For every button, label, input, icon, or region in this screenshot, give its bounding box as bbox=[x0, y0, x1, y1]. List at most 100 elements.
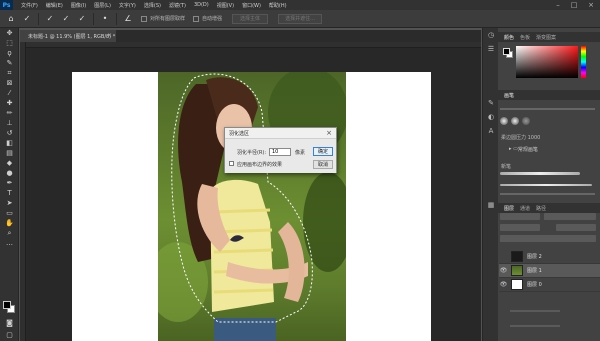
properties-panel-icon[interactable]: ☰ bbox=[483, 42, 499, 56]
clone-stamp-icon[interactable]: ⊥ bbox=[0, 118, 19, 128]
layer-row[interactable]: 👁 图层 0 bbox=[499, 278, 600, 292]
quick-mask-icon[interactable]: ◙ bbox=[0, 318, 19, 328]
brush-preset[interactable] bbox=[500, 117, 508, 125]
feather-radius-input[interactable]: 10 bbox=[269, 148, 291, 156]
brush-folder-label: 常规画笔 bbox=[517, 146, 538, 153]
lasso-tool-icon[interactable]: ϙ bbox=[0, 48, 19, 58]
layer-filter-icons[interactable] bbox=[544, 213, 596, 220]
hue-slider[interactable] bbox=[581, 46, 586, 78]
quick-select-tool-icon[interactable]: ✎ bbox=[0, 58, 19, 68]
brush-preset[interactable] bbox=[522, 117, 530, 125]
menu-layer[interactable]: 图层(L) bbox=[94, 2, 111, 9]
minimize-icon[interactable]: – bbox=[552, 0, 564, 10]
blend-mode-select[interactable] bbox=[500, 224, 540, 231]
brush-size-slider[interactable] bbox=[500, 108, 595, 110]
sample-all-layers-checkbox[interactable] bbox=[141, 15, 147, 22]
separator bbox=[93, 12, 94, 25]
menu-3d[interactable]: 3D(D) bbox=[194, 2, 209, 8]
close-tab-icon[interactable]: × bbox=[107, 32, 112, 39]
pixel-unit-label: 像素 bbox=[295, 150, 306, 156]
close-window-icon[interactable]: × bbox=[585, 0, 597, 10]
add-selection-brush-icon[interactable]: ✓ bbox=[61, 14, 71, 24]
panel-foreground-swatch[interactable] bbox=[503, 48, 510, 55]
history-panel-icon[interactable]: ◷ bbox=[483, 28, 499, 42]
ok-button[interactable]: 确定 bbox=[313, 147, 333, 156]
layer-row-selected[interactable]: 👁 图层 1 bbox=[499, 264, 600, 278]
screen-mode-icon[interactable]: ▢ bbox=[0, 330, 19, 340]
type-tool-icon[interactable]: T bbox=[0, 188, 19, 198]
blur-tool-icon[interactable]: ◆ bbox=[0, 158, 19, 168]
document-tabs: 未标题-1 @ 11.9% (图层 1, RGB/8) * × bbox=[20, 30, 481, 42]
history-brush-icon[interactable]: ↺ bbox=[0, 128, 19, 138]
menu-image[interactable]: 图像(I) bbox=[71, 2, 86, 9]
menu-type[interactable]: 文字(Y) bbox=[119, 2, 136, 9]
adjustments-icon[interactable]: ◐ bbox=[483, 110, 499, 124]
menu-filter[interactable]: 滤镜(T) bbox=[169, 2, 186, 9]
zoom-tool-icon[interactable]: ⌕ bbox=[0, 228, 19, 238]
gradient-tool-icon[interactable]: ▤ bbox=[0, 148, 19, 158]
select-and-mask-button[interactable]: 选择并遮住... bbox=[278, 13, 323, 24]
eyedropper-tool-icon[interactable]: ⁄ bbox=[0, 88, 19, 98]
move-tool-icon[interactable]: ✥ bbox=[0, 28, 19, 38]
menu-help[interactable]: 帮助(H) bbox=[269, 2, 287, 9]
tab-layers[interactable]: 图层 bbox=[504, 205, 514, 212]
quick-selection-tool-icon[interactable]: ✓ bbox=[22, 14, 32, 24]
marquee-tool-icon[interactable]: ⬚ bbox=[0, 38, 19, 48]
horizontal-ruler bbox=[20, 42, 481, 48]
menu-file[interactable]: 文件(F) bbox=[21, 2, 38, 9]
auto-enhance-checkbox[interactable] bbox=[193, 15, 200, 22]
select-subject-button[interactable]: 选择主体 bbox=[232, 13, 269, 24]
home-icon[interactable]: ⌂ bbox=[6, 14, 16, 24]
opacity-field[interactable] bbox=[556, 224, 596, 231]
healing-brush-icon[interactable]: ✚ bbox=[0, 98, 19, 108]
new-selection-brush-icon[interactable]: ✓ bbox=[45, 14, 55, 24]
rectangle-tool-icon[interactable]: ▭ bbox=[0, 208, 19, 218]
subtract-selection-brush-icon[interactable]: ✓ bbox=[77, 14, 87, 24]
brush-preset[interactable] bbox=[511, 117, 519, 125]
brush-stroke-preview bbox=[500, 172, 580, 175]
menu-view[interactable]: 视图(V) bbox=[217, 2, 234, 9]
frame-tool-icon[interactable]: ⊠ bbox=[0, 78, 19, 88]
libraries-icon[interactable]: ▦ bbox=[483, 198, 499, 212]
layer-name: 图层 1 bbox=[527, 268, 542, 274]
document-tab[interactable]: 未标题-1 @ 11.9% (图层 1, RGB/8) * × bbox=[20, 30, 116, 42]
tab-paths[interactable]: 路径 bbox=[536, 205, 546, 212]
apply-canvas-bounds-checkbox[interactable] bbox=[229, 161, 234, 166]
path-selection-icon[interactable]: ➤ bbox=[0, 198, 19, 208]
cancel-button[interactable]: 取消 bbox=[313, 160, 333, 169]
layer-row[interactable]: 图层 2 bbox=[499, 250, 600, 264]
character-panel-icon[interactable]: A bbox=[483, 124, 499, 138]
more-tools-icon[interactable]: … bbox=[0, 238, 19, 248]
crop-tool-icon[interactable]: ⌗ bbox=[0, 68, 19, 78]
brush-panel-tabs: 画笔 bbox=[498, 90, 600, 100]
foreground-color-swatch[interactable] bbox=[3, 301, 11, 309]
brush-tool-icon[interactable]: ✏ bbox=[0, 108, 19, 118]
hand-tool-icon[interactable]: ✋ bbox=[0, 218, 19, 228]
color-picker-field[interactable] bbox=[516, 46, 578, 78]
brush-opacity-slider[interactable] bbox=[500, 193, 595, 195]
tab-channels[interactable]: 通道 bbox=[520, 205, 530, 212]
tab-gradients[interactable]: 渐变图案 bbox=[536, 34, 556, 41]
tab-brushes[interactable]: 画笔 bbox=[504, 92, 514, 99]
photo-layer[interactable] bbox=[158, 72, 346, 341]
brush-settings-icon[interactable]: ✎ bbox=[483, 96, 499, 110]
brush-size-icon[interactable]: • bbox=[100, 14, 110, 24]
menu-select[interactable]: 选择(S) bbox=[144, 2, 161, 9]
sample-all-layers-label: 对所有图层取样 bbox=[150, 16, 186, 22]
lock-fill-row[interactable] bbox=[500, 235, 596, 242]
dialog-close-icon[interactable]: × bbox=[326, 129, 332, 137]
tab-swatches[interactable]: 色板 bbox=[520, 34, 530, 41]
eraser-tool-icon[interactable]: ◧ bbox=[0, 138, 19, 148]
menu-edit[interactable]: 编辑(E) bbox=[46, 2, 63, 9]
pen-tool-icon[interactable]: ✒ bbox=[0, 178, 19, 188]
angle-icon[interactable]: ∠ bbox=[123, 14, 133, 24]
dodge-tool-icon[interactable]: ● bbox=[0, 168, 19, 178]
brush-folder-general[interactable]: ▸ ▭ 常规画笔 bbox=[499, 145, 599, 153]
maximize-icon[interactable]: □ bbox=[568, 0, 580, 10]
visibility-eye-icon[interactable]: 👁 bbox=[499, 267, 508, 274]
menu-window[interactable]: 窗口(W) bbox=[242, 2, 261, 9]
tab-color[interactable]: 颜色 bbox=[504, 34, 514, 41]
visibility-eye-icon[interactable]: 👁 bbox=[499, 281, 508, 288]
woman-photo bbox=[158, 72, 346, 341]
layer-kind-filter[interactable] bbox=[500, 213, 540, 220]
